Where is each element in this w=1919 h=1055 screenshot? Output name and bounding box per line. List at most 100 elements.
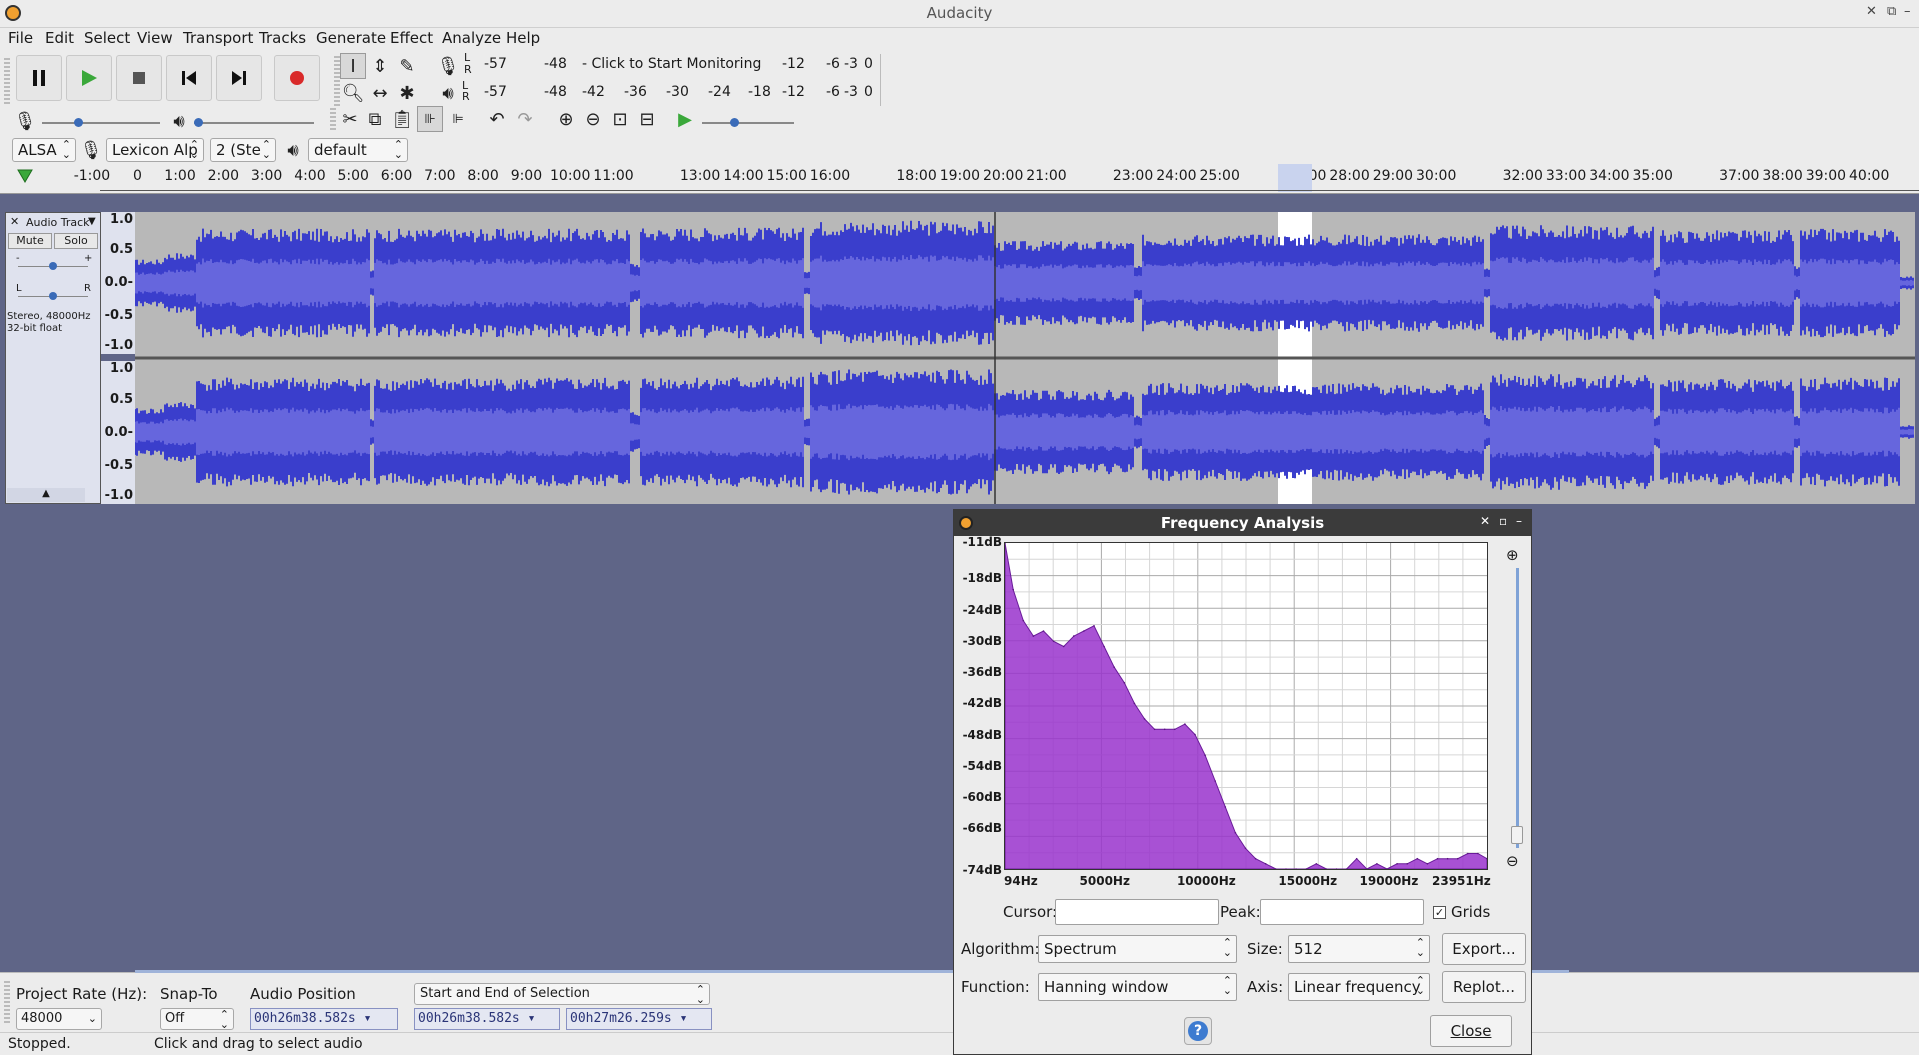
pause-button[interactable] xyxy=(16,55,62,101)
record-volume-knob[interactable] xyxy=(74,118,83,127)
menu-file[interactable]: File xyxy=(8,29,33,47)
project-rate-select[interactable]: 48000 ⌄ xyxy=(16,1008,102,1030)
selection-end-timecode[interactable]: 00h27m26.259s ▾ xyxy=(566,1008,712,1030)
vertical-zoom-track[interactable] xyxy=(1516,568,1519,848)
audio-host-select[interactable]: ALSA ⌃ ⌄ xyxy=(12,138,76,162)
solo-button[interactable]: Solo xyxy=(54,233,98,249)
collapse-track-icon[interactable]: ▲ xyxy=(7,488,85,502)
track-name[interactable]: Audio Track xyxy=(26,216,90,229)
playback-meter-icon[interactable]: 🔊︎ xyxy=(435,80,461,106)
menu-effect[interactable]: Effect xyxy=(390,29,433,47)
record-button[interactable] xyxy=(274,55,320,101)
channel-scale-right[interactable]: 1.0 0.5 0.0- -0.5 -1.0 xyxy=(101,361,135,504)
cut-icon[interactable]: ✂ xyxy=(337,106,363,132)
recording-device-select[interactable]: Lexicon Alp ⌃ ⌄ xyxy=(106,138,204,162)
toolbar-grip[interactable] xyxy=(4,58,10,106)
close-button[interactable]: Close xyxy=(1430,1015,1512,1047)
toolbar-grip[interactable] xyxy=(4,981,10,1025)
zoom-in-icon[interactable]: ⊕ xyxy=(553,106,579,132)
menu-transport[interactable]: Transport xyxy=(183,29,253,47)
menu-edit[interactable]: Edit xyxy=(45,29,74,47)
play-speed-slider[interactable] xyxy=(702,122,794,124)
play-speed-knob[interactable] xyxy=(730,118,739,127)
audio-position-timecode[interactable]: 00h26m38.582s ▾ xyxy=(250,1008,398,1030)
size-select[interactable]: 512 ⌃ ⌄ xyxy=(1288,935,1430,963)
menu-select[interactable]: Select xyxy=(84,29,130,47)
dialog-title[interactable]: Frequency Analysis xyxy=(954,510,1531,536)
maximize-window-icon[interactable]: ▫ xyxy=(1499,514,1507,528)
minimize-window-icon[interactable]: – xyxy=(1516,514,1522,528)
pan-knob[interactable] xyxy=(49,292,57,300)
algorithm-select[interactable]: Spectrum ⌃ ⌄ xyxy=(1038,935,1237,963)
peak-field[interactable] xyxy=(1260,899,1424,925)
track-menu-chevron-icon[interactable]: ▼ xyxy=(88,216,96,227)
undo-icon[interactable]: ↶ xyxy=(484,106,510,132)
function-select[interactable]: Hanning window ⌃ ⌄ xyxy=(1038,973,1237,1001)
menu-analyze[interactable]: Analyze xyxy=(442,29,501,47)
channels-select[interactable]: 2 (Ste ⌃ ⌄ xyxy=(210,138,276,162)
zoom-in-icon[interactable]: ⊕ xyxy=(1506,546,1519,564)
close-window-icon[interactable]: ✕ xyxy=(1866,4,1877,19)
vertical-zoom-thumb[interactable] xyxy=(1511,826,1523,844)
menu-generate[interactable]: Generate xyxy=(316,29,386,47)
menu-help[interactable]: Help xyxy=(506,29,540,47)
zoom-out-icon[interactable]: ⊖ xyxy=(1506,852,1519,870)
stop-button[interactable] xyxy=(116,55,162,101)
frequency-analysis-dialog[interactable]: Frequency Analysis ✕ ▫ – -11dB -18dB -24dB… xyxy=(953,509,1532,1055)
playback-volume-slider[interactable] xyxy=(194,122,314,124)
spectrum-point xyxy=(1477,852,1479,855)
snap-to-select[interactable]: Off ⌃ ⌄ xyxy=(160,1008,234,1030)
playback-volume-knob[interactable] xyxy=(194,118,203,127)
multi-tool-icon[interactable]: ✱ xyxy=(394,80,420,106)
playback-meter-scale[interactable]: -57 -48 -42 -36 -30 -24 -18 -12 -6 -3 0 xyxy=(480,84,880,102)
restore-window-icon[interactable]: ⧉ xyxy=(1887,4,1896,19)
play-head-icon[interactable] xyxy=(16,168,34,184)
minimize-window-icon[interactable]: – xyxy=(1904,4,1911,19)
cursor-field[interactable] xyxy=(1055,899,1219,925)
gain-knob[interactable] xyxy=(49,262,57,270)
playback-device-select[interactable]: default ⌃ ⌄ xyxy=(308,138,408,162)
envelope-tool-icon[interactable]: ⇕ xyxy=(367,53,393,79)
play-button[interactable] xyxy=(66,55,112,101)
track-control-panel[interactable]: ✕ Audio Track ▼ Mute Solo - + L R Stereo… xyxy=(5,212,101,504)
waveform-display[interactable] xyxy=(135,212,1915,504)
help-button[interactable]: ? xyxy=(1184,1017,1212,1045)
trim-audio-icon[interactable]: ⊪ xyxy=(417,106,443,132)
selection-mode-select[interactable]: Start and End of Selection ⌃ ⌄ xyxy=(414,983,710,1005)
record-volume-slider[interactable] xyxy=(42,122,160,124)
selection-start-timecode[interactable]: 00h26m38.582s ▾ xyxy=(414,1008,560,1030)
timeline-tick: 2:00 xyxy=(207,168,240,184)
zoom-out-icon[interactable]: ⊖ xyxy=(580,106,606,132)
redo-icon[interactable]: ↷ xyxy=(512,106,538,132)
mute-button[interactable]: Mute xyxy=(8,233,52,249)
zoom-tool-icon[interactable]: 🔍︎ xyxy=(340,80,366,106)
menu-view[interactable]: View xyxy=(137,29,173,47)
selection-tool-icon[interactable]: I xyxy=(340,53,366,79)
fit-project-icon[interactable]: ⊟ xyxy=(634,106,660,132)
paste-icon[interactable]: 📋︎ xyxy=(389,106,415,132)
close-window-icon[interactable]: ✕ xyxy=(1480,514,1490,528)
skip-to-start-button[interactable] xyxy=(166,55,212,101)
spectrum-plot[interactable] xyxy=(1004,542,1488,870)
menu-tracks[interactable]: Tracks xyxy=(259,29,306,47)
play-at-speed-icon[interactable]: ▶ xyxy=(672,106,698,132)
timeline-ruler[interactable]: -1:00 0 1:00 2:00 3:00 4:00 5:00 6:00 7:00 8:00 9:… xyxy=(0,164,1919,194)
close-track-icon[interactable]: ✕ xyxy=(10,215,19,228)
click-to-start-monitoring[interactable]: - Click to Start Monitoring xyxy=(582,56,761,72)
toolbar-grip[interactable] xyxy=(330,108,336,130)
export-button[interactable]: Export... xyxy=(1442,933,1526,965)
axis-select[interactable]: Linear frequency ⌃ ⌄ xyxy=(1288,973,1430,1001)
spectrum-chart[interactable] xyxy=(1004,542,1488,870)
silence-audio-icon[interactable]: ⊫ xyxy=(445,106,471,132)
record-meter-icon[interactable]: 🎙︎ xyxy=(435,53,461,79)
draw-tool-icon[interactable]: ✎ xyxy=(394,53,420,79)
status-state: Stopped. xyxy=(8,1036,71,1052)
skip-to-end-button[interactable] xyxy=(216,55,262,101)
grids-checkbox[interactable]: ✓ xyxy=(1433,906,1446,919)
fit-selection-icon[interactable]: ⊡ xyxy=(607,106,633,132)
channel-scale-left[interactable]: 1.0 0.5 0.0- -0.5 -1.0 xyxy=(101,212,135,354)
replot-button[interactable]: Replot... xyxy=(1442,971,1526,1003)
copy-icon[interactable]: ⧉ xyxy=(362,106,388,132)
time-shift-tool-icon[interactable]: ↔ xyxy=(367,80,393,106)
timeline-tick: 25:00 xyxy=(1199,168,1240,184)
